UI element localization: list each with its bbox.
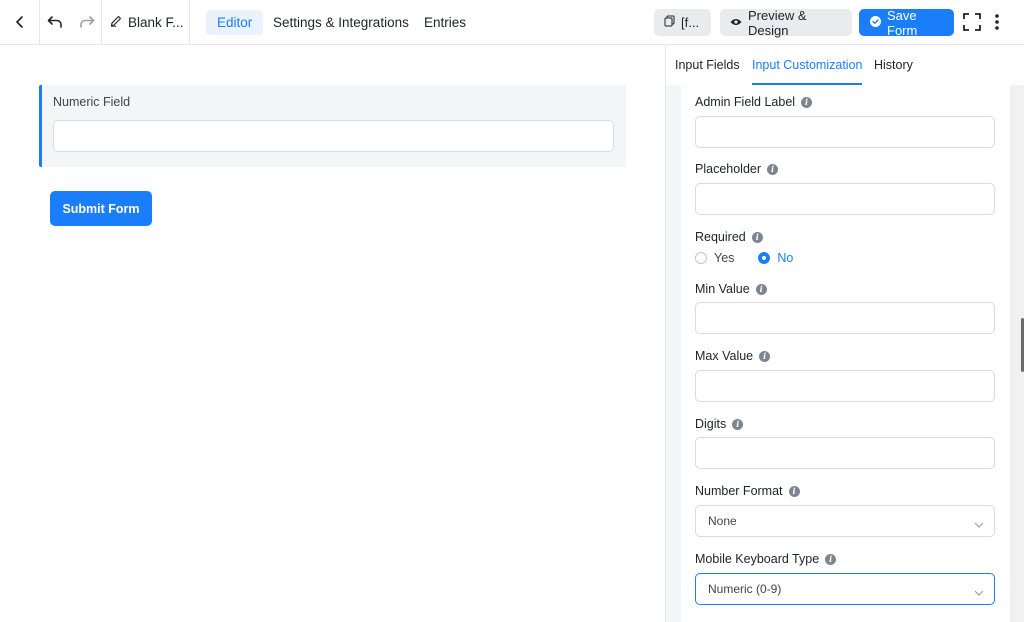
- max-value-input[interactable]: [695, 370, 995, 402]
- more-vertical-icon[interactable]: [989, 0, 1005, 44]
- scrollbar-track[interactable]: [1010, 85, 1024, 622]
- eye-icon: [730, 15, 742, 30]
- digits-label: Digits i: [695, 417, 744, 431]
- info-icon[interactable]: i: [755, 283, 767, 295]
- keyboard-type-select[interactable]: Numeric (0-9): [695, 573, 995, 605]
- info-icon[interactable]: i: [801, 96, 813, 108]
- shortcode-button[interactable]: [f...: [654, 9, 711, 36]
- admin-label-label: Admin Field Label i: [695, 95, 813, 109]
- chevron-down-icon: [974, 585, 984, 599]
- pencil-icon: [110, 15, 122, 30]
- fullscreen-icon[interactable]: [960, 0, 984, 44]
- digits-text: Digits: [695, 417, 727, 431]
- info-icon[interactable]: i: [732, 418, 744, 430]
- keyboard-type-text: Mobile Keyboard Type: [695, 552, 820, 566]
- settings-body: Admin Field Label i Placeholder i Requir…: [681, 85, 1010, 622]
- settings-scroll-area: Admin Field Label i Placeholder i Requir…: [666, 85, 1024, 622]
- min-value-text: Min Value: [695, 282, 750, 296]
- panel-tabs: Input Fields Input Customization History: [666, 45, 1024, 85]
- placeholder-input[interactable]: [695, 183, 995, 215]
- required-yes-label[interactable]: Yes: [714, 251, 734, 265]
- min-value-label: Min Value i: [695, 282, 767, 296]
- save-label: Save Form: [887, 7, 918, 38]
- tab-entries[interactable]: Entries: [413, 10, 477, 35]
- max-value-text: Max Value: [695, 349, 754, 363]
- placeholder-label: Placeholder i: [695, 162, 779, 176]
- required-radio-group: Yes No: [695, 251, 793, 265]
- tab-input-customization[interactable]: Input Customization: [752, 45, 863, 85]
- admin-label-input[interactable]: [695, 116, 995, 148]
- number-format-text: Number Format: [695, 484, 783, 498]
- required-text: Required: [695, 230, 746, 244]
- numeric-field-input[interactable]: [53, 120, 614, 152]
- settings-panel: Input Fields Input Customization History…: [665, 45, 1024, 622]
- preview-label: Preview & Design: [748, 7, 807, 38]
- form-title[interactable]: Blank F...: [110, 0, 184, 44]
- undo-icon[interactable]: [40, 0, 69, 44]
- keyboard-type-label: Mobile Keyboard Type i: [695, 552, 837, 566]
- chevron-down-icon: [974, 517, 984, 531]
- number-format-label: Number Format i: [695, 484, 800, 498]
- info-icon[interactable]: i: [759, 350, 771, 362]
- required-label: Required i: [695, 230, 763, 244]
- required-no-label[interactable]: No: [777, 251, 793, 265]
- copy-icon: [664, 15, 675, 30]
- info-icon[interactable]: i: [825, 553, 837, 565]
- required-no-radio[interactable]: [758, 252, 771, 264]
- tab-history[interactable]: History: [874, 45, 913, 85]
- tab-settings-integrations[interactable]: Settings & Integrations: [262, 10, 420, 35]
- check-circle-icon: [870, 15, 881, 30]
- number-format-select[interactable]: None: [695, 505, 995, 537]
- info-icon[interactable]: i: [751, 231, 763, 243]
- placeholder-text: Placeholder: [695, 162, 762, 176]
- min-value-input[interactable]: [695, 302, 995, 334]
- numeric-field-label: Numeric Field: [53, 95, 131, 109]
- preview-design-button[interactable]: Preview & Design: [720, 7, 852, 38]
- tab-editor[interactable]: Editor: [206, 10, 264, 35]
- tab-input-fields[interactable]: Input Fields: [675, 45, 740, 85]
- redo-icon[interactable]: [72, 0, 101, 44]
- tab-input-customization-label: Input Customization: [752, 58, 863, 72]
- submit-form-button[interactable]: Submit Form: [50, 191, 152, 226]
- admin-label-text: Admin Field Label: [695, 95, 796, 109]
- keyboard-type-value: Numeric (0-9): [708, 582, 782, 596]
- digits-input[interactable]: [695, 437, 995, 469]
- save-form-button[interactable]: Save Form: [859, 7, 954, 38]
- info-icon[interactable]: i: [788, 485, 800, 497]
- numeric-field-card[interactable]: Numeric Field: [39, 85, 626, 167]
- form-title-text: Blank F...: [128, 14, 184, 30]
- shortcode-label: [f...: [681, 15, 700, 30]
- required-yes-radio[interactable]: [695, 252, 707, 264]
- max-value-label: Max Value i: [695, 349, 771, 363]
- number-format-value: None: [708, 514, 737, 528]
- back-chevron-icon[interactable]: [0, 0, 39, 44]
- top-toolbar: Blank F... Editor Settings & Integration…: [0, 0, 1024, 45]
- info-icon[interactable]: i: [767, 163, 779, 175]
